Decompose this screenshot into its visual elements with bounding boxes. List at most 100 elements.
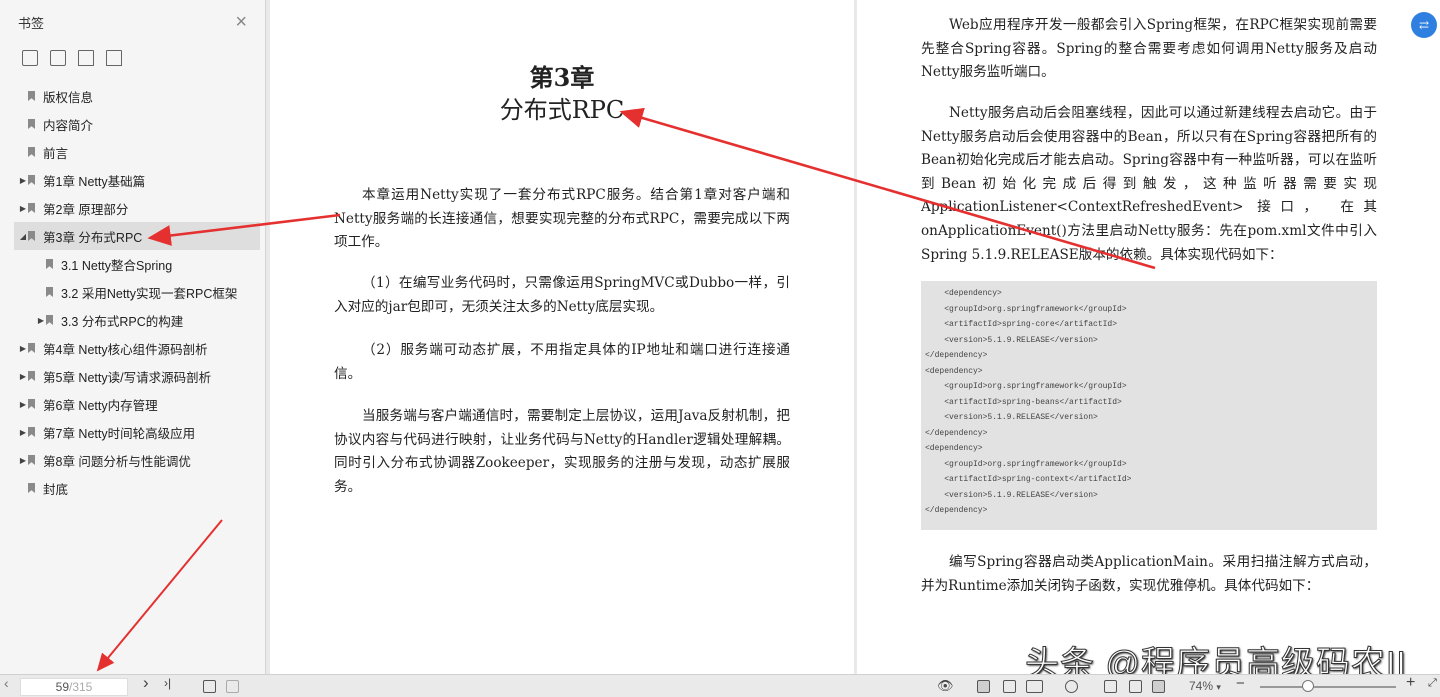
actual-size-icon[interactable] [1104, 680, 1117, 693]
bookmark-icon [28, 147, 35, 157]
toc-item[interactable]: 版权信息 [0, 82, 265, 110]
toc-item[interactable]: ▶ 第8章 问题分析与性能调优 [0, 446, 265, 474]
bookmark-icon [46, 287, 53, 297]
add-bookmark-icon[interactable] [78, 50, 94, 66]
toc-item[interactable]: 前言 [0, 138, 265, 166]
paragraph: （2）服务端可动态扩展，不用指定具体的IP地址和端口进行连接通信。 [334, 342, 790, 382]
paragraph: Netty服务启动后会阻塞线程，因此可以通过新建线程去启动它。由于Netty服务… [921, 105, 1377, 263]
bookmark-icon [28, 231, 35, 241]
expand-toggle-icon[interactable]: ▶ [36, 316, 46, 325]
close-icon[interactable]: × [235, 12, 247, 32]
bookmark-icon [28, 483, 35, 493]
expand-toggle-icon[interactable]: ▶ [18, 204, 28, 213]
code-line: <version>5.1.9.RELEASE</version> [925, 335, 1098, 345]
bookmark-icon [28, 399, 35, 409]
code-line: </dependency> [925, 428, 988, 438]
code-line: <version>5.1.9.RELEASE</version> [925, 490, 1098, 500]
fullscreen-icon[interactable]: ⤢ [1428, 677, 1437, 690]
last-page-button[interactable]: ›| [164, 676, 171, 690]
expand-all-icon[interactable] [22, 50, 38, 66]
toc-item[interactable]: ▶ 3.3 分布式RPC的构建 [0, 306, 265, 334]
toc-item[interactable]: ▶ 第4章 Netty核心组件源码剖析 [0, 334, 265, 362]
page-number-input[interactable]: 59/315 [20, 678, 128, 696]
bookmark-icon [46, 259, 53, 269]
chevron-down-icon: ▾ [1216, 682, 1221, 692]
expand-toggle-icon[interactable]: ▶ [18, 176, 28, 185]
toc-item-label: 3.1 Netty整合Spring [61, 258, 173, 273]
toc-item-label: 第5章 Netty读/写请求源码剖析 [43, 370, 212, 385]
toc-item-label: 版权信息 [43, 90, 94, 105]
toc-item[interactable]: ◢ 第3章 分布式RPC [14, 222, 260, 250]
status-bar: ‹ 59/315 › ›| 👁 74% ▾ − + ⤢ [0, 673, 1440, 697]
toc-item[interactable]: 3.2 采用Netty实现一套RPC框架 [0, 278, 265, 306]
paragraph: （1）在编写业务代码时，只需像运用SpringMVC或Dubbo一样，引入对应的… [334, 275, 790, 315]
zoom-out-button[interactable]: − [1236, 675, 1245, 692]
code-line: </dependency> [925, 506, 988, 515]
current-page: 59 [55, 680, 69, 694]
code-line: </dependency> [925, 351, 988, 360]
bookmark-icon [46, 315, 53, 325]
bookmark-icon [28, 175, 35, 185]
toc-item-label: 第7章 Netty时间轮高级应用 [43, 426, 196, 441]
toc-item[interactable]: ▶ 第5章 Netty读/写请求源码剖析 [0, 362, 265, 390]
next-page-button[interactable]: › [143, 673, 149, 693]
toc-item[interactable]: ▶ 第1章 Netty基础篇 [0, 166, 265, 194]
double-page-icon[interactable] [1026, 680, 1043, 693]
code-line: <dependency> [925, 366, 983, 376]
paragraph: 当服务端与客户端通信时，需要制定上层协议，运用Java反射机制，把协议内容与代码… [334, 408, 790, 495]
back-icon[interactable] [203, 680, 216, 693]
toc-item-label: 第6章 Netty内存管理 [43, 398, 158, 413]
code-line: <version>5.1.9.RELEASE</version> [925, 413, 1098, 422]
expand-toggle-icon[interactable]: ◢ [18, 232, 28, 241]
paragraph: Web应用程序开发一般都会引入Spring框架，在RPC框架实现前需要先整合Sp… [921, 17, 1377, 81]
zoom-slider[interactable] [1260, 686, 1396, 688]
expand-toggle-icon[interactable]: ▶ [18, 400, 28, 409]
toc-item-label: 封底 [43, 482, 69, 497]
toc-item[interactable]: ▶ 第2章 原理部分 [0, 194, 265, 222]
total-pages: /315 [69, 680, 93, 694]
sidebar-header: 书签 × [0, 0, 265, 44]
toc-item-label: 3.2 采用Netty实现一套RPC框架 [61, 286, 238, 301]
code-line: <groupId>org.springframework</groupId> [925, 382, 1127, 391]
bookmark-icon [28, 343, 35, 353]
expand-toggle-icon[interactable]: ▶ [18, 428, 28, 437]
play-icon[interactable] [1065, 680, 1078, 693]
expand-toggle-icon[interactable]: ▶ [18, 344, 28, 353]
toc-item[interactable]: ▶ 第7章 Netty时间轮高级应用 [0, 418, 265, 446]
expand-toggle-icon[interactable]: ▶ [18, 456, 28, 465]
bookmark-icon[interactable] [106, 50, 122, 66]
expand-toggle-icon[interactable]: ▶ [18, 372, 28, 381]
toc-item-label: 3.3 分布式RPC的构建 [61, 314, 184, 329]
toc-item-label: 内容简介 [43, 118, 94, 133]
code-line: <groupId>org.springframework</groupId> [925, 459, 1127, 469]
eye-icon[interactable]: 👁 [937, 678, 954, 694]
bookmark-icon [28, 119, 35, 129]
bookmark-tree: 版权信息内容简介前言 ▶ 第1章 Netty基础篇 ▶ 第2章 原理部分 ◢ 第3章 分布式… [0, 82, 265, 502]
fit-page-icon[interactable] [1129, 680, 1142, 693]
bookmark-sidebar: 书签 × 版权信息内容简介前言 ▶ 第1章 Netty基础篇 ▶ 第2章 原理部分 ◢ 第3… [0, 0, 266, 674]
forward-icon[interactable] [226, 680, 239, 693]
chapter-title: 分布式RPC [499, 96, 625, 124]
toc-item[interactable]: 内容简介 [0, 110, 265, 138]
single-page-icon[interactable] [977, 680, 990, 693]
zoom-select[interactable]: 74% ▾ [1189, 679, 1221, 693]
continuous-page-icon[interactable] [1003, 680, 1016, 693]
right-page: Web应用程序开发一般都会引入Spring框架，在RPC框架实现前需要先整合Sp… [857, 0, 1440, 674]
fit-width-icon[interactable] [1152, 680, 1165, 693]
zoom-slider-handle[interactable] [1302, 680, 1314, 692]
convert-icon[interactable]: ⇄ [1411, 12, 1437, 38]
code-line: <dependency> [925, 289, 1002, 298]
toc-item[interactable]: 3.1 Netty整合Spring [0, 250, 265, 278]
toc-item[interactable]: 封底 [0, 474, 265, 502]
bookmark-icon [28, 91, 35, 101]
toc-item[interactable]: ▶ 第6章 Netty内存管理 [0, 390, 265, 418]
scroll-left-icon[interactable]: ‹ [4, 675, 9, 691]
toc-item-label: 前言 [43, 146, 69, 161]
zoom-in-button[interactable]: + [1406, 674, 1415, 692]
toc-item-label: 第4章 Netty核心组件源码剖析 [43, 342, 208, 357]
collapse-all-icon[interactable] [50, 50, 66, 66]
code-line: <dependency> [925, 444, 983, 453]
code-line: <artifactId>spring-beans</artifactId> [925, 397, 1122, 407]
code-block: <dependency> <groupId>org.springframewor… [921, 281, 1377, 530]
sidebar-toolbar [0, 44, 265, 72]
